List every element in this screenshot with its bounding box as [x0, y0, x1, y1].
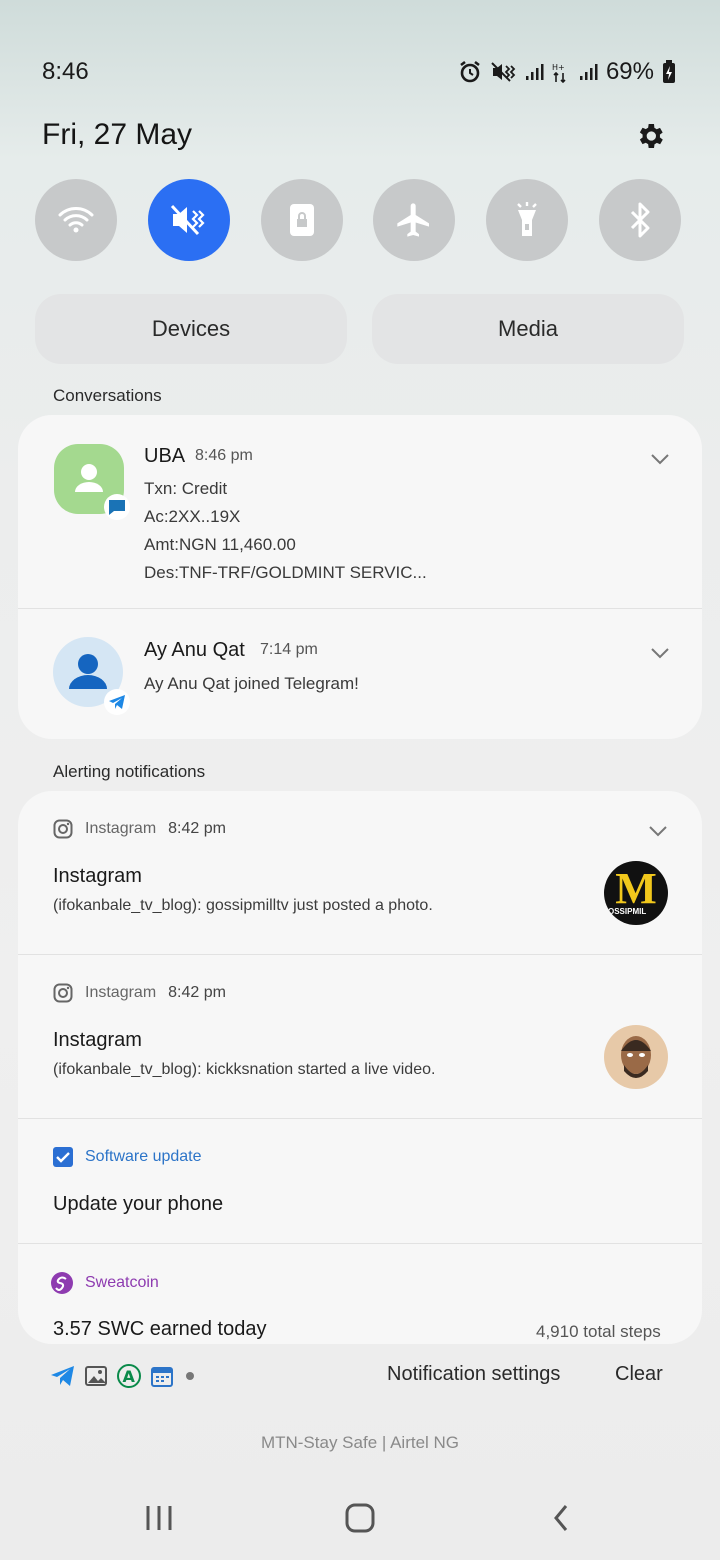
vibrate-mute-icon: [491, 62, 516, 82]
app-name: Sweatcoin: [85, 1274, 159, 1291]
notification-title: Update your phone: [53, 1193, 224, 1215]
conversations-card: UBA 8:46 pm Txn: Credit Ac:2XX..19X Amt:…: [18, 415, 702, 739]
data-icon: H+: [552, 63, 566, 83]
sender-name: UBA: [144, 445, 186, 467]
app-name: Software update: [85, 1148, 202, 1165]
telegram-icon: [51, 1366, 74, 1386]
sweatcoin-icon: [51, 1272, 73, 1294]
mute-toggle[interactable]: [147, 179, 230, 261]
message-line: Des:TNF-TRF/GOLDMINT SERVIC...: [144, 563, 427, 582]
media-button[interactable]: Media: [372, 294, 684, 364]
conversation-telegram[interactable]: Ay Anu Qat 7:14 pm Ay Anu Qat joined Tel…: [18, 609, 702, 739]
battery-icon: [663, 60, 675, 83]
notification-sweatcoin[interactable]: Sweatcoin 3.57 SWC earned today 4,910 to…: [18, 1244, 702, 1344]
app-header: Sweatcoin: [51, 1272, 159, 1294]
notification-text: (ifokanbale_tv_blog): kickksnation start…: [53, 1061, 436, 1078]
notification-instagram[interactable]: Instagram 8:42 pm Instagram (ifokanbale_…: [18, 955, 702, 1118]
profile-face-image: [621, 1036, 651, 1078]
lock-icon: [289, 204, 314, 236]
svg-text:H+: H+: [552, 63, 565, 72]
back-icon[interactable]: [550, 1500, 574, 1536]
svg-text:A: A: [123, 1367, 136, 1386]
hidden-notification-icons[interactable]: A: [50, 1363, 198, 1389]
flashlight-toggle[interactable]: [486, 179, 569, 261]
message-line: Ay Anu Qat joined Telegram!: [144, 674, 359, 693]
recent-apps-icon[interactable]: [144, 1500, 174, 1536]
alarm-icon: [460, 60, 480, 83]
date: Fri, 27 May: [42, 118, 193, 151]
message-time: 7:14 pm: [260, 641, 318, 658]
checkbox-icon: [53, 1147, 73, 1167]
notification-title: 3.57 SWC earned today: [53, 1318, 267, 1340]
carrier-label: MTN-Stay Safe | Airtel NG: [260, 1433, 460, 1452]
message-badge-icon: [104, 494, 130, 520]
app-header: Software update: [53, 1147, 202, 1167]
app-header: Instagram 8:42 pm: [53, 819, 226, 839]
flashlight-icon: [517, 202, 538, 236]
notification-instagram[interactable]: Instagram 8:42 pm Instagram (ifokanbale_…: [18, 791, 702, 954]
notification-time: 8:42 pm: [168, 820, 226, 837]
app-name: Instagram: [85, 984, 157, 1001]
chevron-down-icon[interactable]: [650, 647, 670, 659]
alerting-label: Alerting notifications: [53, 762, 206, 781]
bluetooth-icon: [630, 202, 650, 238]
airplane-toggle[interactable]: [373, 179, 456, 261]
status-time: 8:46: [42, 58, 89, 85]
message-line: Txn: Credit: [144, 479, 228, 498]
battery-percent: 69%: [605, 58, 654, 85]
gallery-icon: [85, 1366, 107, 1386]
home-icon[interactable]: [344, 1500, 376, 1536]
notification-software-update[interactable]: Software update Update your phone: [18, 1119, 702, 1243]
notification-text: (ifokanbale_tv_blog): gossipmilltv just …: [53, 897, 433, 914]
thumbnail: M OSSIPMIL: [604, 861, 668, 925]
gear-icon[interactable]: [634, 120, 666, 152]
signal-2-icon: [579, 64, 598, 80]
status-icons: H+ 69%: [458, 58, 676, 86]
mute-icon: [170, 204, 205, 236]
conversation-uba[interactable]: UBA 8:46 pm Txn: Credit Ac:2XX..19X Amt:…: [18, 415, 702, 608]
chevron-down-icon[interactable]: [648, 825, 668, 837]
signal-icon: [525, 64, 544, 80]
app-a-icon: A: [117, 1364, 141, 1388]
rotation-lock-toggle[interactable]: [260, 179, 343, 261]
instagram-icon: [53, 983, 73, 1003]
message-line: Ac:2XX..19X: [144, 507, 241, 526]
wifi-icon: [58, 207, 94, 233]
app-name: Instagram: [85, 820, 157, 837]
notification-title: Instagram: [53, 1029, 142, 1051]
chevron-down-icon[interactable]: [650, 453, 670, 465]
notification-settings-button[interactable]: Notification settings: [387, 1363, 560, 1386]
message-time: 8:46 pm: [195, 447, 253, 464]
devices-button[interactable]: Devices: [35, 294, 347, 364]
quick-settings: [35, 179, 681, 261]
app-header: Instagram 8:42 pm: [53, 983, 226, 1003]
bluetooth-toggle[interactable]: [598, 179, 681, 261]
thumbnail-text: OSSIPMIL: [608, 907, 647, 916]
notification-title: Instagram: [53, 865, 142, 887]
instagram-icon: [53, 819, 73, 839]
steps-count: 4,910 total steps: [536, 1322, 661, 1341]
telegram-badge-icon: [104, 689, 130, 715]
thumbnail: [604, 1025, 668, 1089]
wifi-toggle[interactable]: [35, 179, 117, 261]
airplane-icon: [397, 203, 430, 237]
notification-time: 8:42 pm: [168, 984, 226, 1001]
conversations-label: Conversations: [53, 386, 162, 405]
more-dot-icon: [186, 1372, 194, 1380]
sender-name: Ay Anu Qat: [144, 639, 245, 661]
clear-button[interactable]: Clear: [615, 1363, 663, 1386]
alerting-card: Instagram 8:42 pm Instagram (ifokanbale_…: [18, 791, 702, 1344]
calendar-icon: [151, 1367, 173, 1387]
message-line: Amt:NGN 11,460.00: [144, 535, 296, 554]
